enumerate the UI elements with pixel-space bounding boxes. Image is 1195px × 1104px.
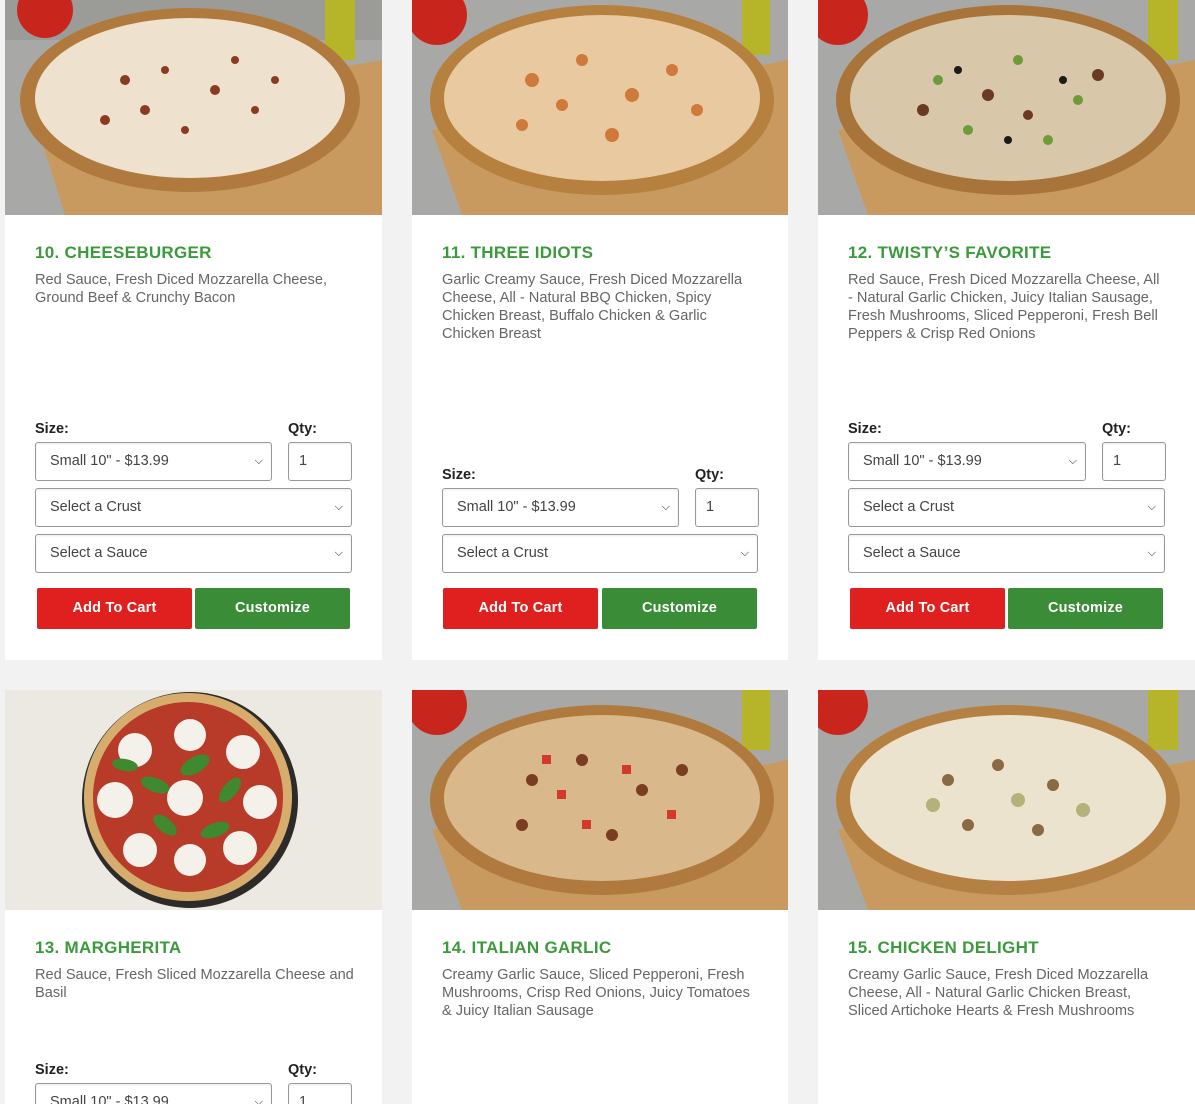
chevron-down-icon: ⌵ — [1147, 501, 1156, 513]
crust-select-value: Select a Crust — [50, 499, 142, 515]
qty-label: Qty: — [288, 1062, 317, 1078]
add-to-cart-button[interactable]: Add To Cart — [850, 588, 1005, 629]
chevron-down-icon: ⌵ — [740, 547, 749, 559]
product-grid: 10. CHEESEBURGER Red Sauce, Fresh Diced … — [0, 0, 1195, 1104]
size-select-value: Small 10" - $13.99 — [50, 1094, 169, 1104]
pizza-photo[interactable] — [412, 690, 788, 910]
product-description: Red Sauce, Fresh Diced Mozzarella Cheese… — [848, 272, 1160, 342]
size-select[interactable]: Small 10" - $13.99 ⌵ — [848, 442, 1086, 481]
add-to-cart-button[interactable]: Add To Cart — [443, 588, 598, 629]
size-label: Size: — [35, 1062, 69, 1078]
size-label: Size: — [35, 421, 69, 437]
pizza-photo[interactable] — [818, 0, 1195, 215]
product-title: 15. CHICKEN DELIGHT — [848, 938, 1039, 957]
pizza-photo[interactable] — [5, 690, 382, 910]
product-card: 10. CHEESEBURGER Red Sauce, Fresh Diced … — [5, 0, 382, 660]
sauce-select-value: Select a Sauce — [863, 545, 961, 561]
product-description: Garlic Creamy Sauce, Fresh Diced Mozzare… — [442, 272, 743, 342]
product-title: 12. TWISTY’S FAVORITE — [848, 243, 1052, 262]
size-select[interactable]: Small 10" - $13.99 ⌵ — [35, 442, 272, 481]
crust-select-value: Select a Crust — [457, 545, 549, 561]
sauce-select-value: Select a Sauce — [50, 545, 148, 561]
qty-input[interactable]: 1 — [288, 442, 352, 481]
product-description: Creamy Garlic Sauce, Fresh Diced Mozzare… — [848, 967, 1149, 1019]
size-select-value: Small 10" - $13.99 — [457, 499, 576, 515]
product-description: Red Sauce, Fresh Diced Mozzarella Cheese… — [35, 272, 328, 306]
product-title: 11. THREE IDIOTS — [442, 243, 594, 262]
add-to-cart-button[interactable]: Add To Cart — [37, 588, 192, 629]
crust-select[interactable]: Select a Crust ⌵ — [848, 488, 1165, 527]
pizza-photo[interactable] — [818, 690, 1195, 910]
pizza-photo[interactable] — [5, 0, 382, 215]
pizza-photo[interactable] — [412, 0, 788, 215]
qty-label: Qty: — [288, 421, 317, 437]
size-select-value: Small 10" - $13.99 — [50, 453, 169, 469]
sauce-select[interactable]: Select a Sauce ⌵ — [848, 534, 1165, 573]
chevron-down-icon: ⌵ — [661, 501, 670, 513]
product-description: Creamy Garlic Sauce, Sliced Pepperoni, F… — [442, 967, 750, 1019]
product-card: 12. TWISTY’S FAVORITE Red Sauce, Fresh D… — [818, 0, 1195, 660]
crust-select[interactable]: Select a Crust ⌵ — [442, 534, 758, 573]
product-card: 13. MARGHERITA Red Sauce, Fresh Sliced M… — [5, 690, 382, 1104]
chevron-down-icon: ⌵ — [1147, 547, 1156, 559]
product-description: Red Sauce, Fresh Sliced Mozzarella Chees… — [35, 967, 354, 1001]
product-title: 10. CHEESEBURGER — [35, 243, 212, 262]
product-title: 13. MARGHERITA — [35, 938, 182, 957]
chevron-down-icon: ⌵ — [334, 547, 343, 559]
crust-select[interactable]: Select a Crust ⌵ — [35, 488, 352, 527]
size-select[interactable]: Small 10" - $13.99 ⌵ — [442, 488, 679, 527]
chevron-down-icon: ⌵ — [254, 455, 263, 467]
product-card: 15. CHICKEN DELIGHT Creamy Garlic Sauce,… — [818, 690, 1195, 1104]
customize-button[interactable]: Customize — [602, 588, 757, 629]
size-select-value: Small 10" - $13.99 — [863, 453, 982, 469]
chevron-down-icon: ⌵ — [254, 1096, 263, 1104]
product-title: 14. ITALIAN GARLIC — [442, 938, 612, 957]
customize-button[interactable]: Customize — [195, 588, 350, 629]
qty-input[interactable]: 1 — [695, 488, 759, 527]
size-label: Size: — [442, 467, 476, 483]
qty-input[interactable]: 1 — [288, 1083, 352, 1104]
qty-input[interactable]: 1 — [1102, 442, 1166, 481]
crust-select-value: Select a Crust — [863, 499, 955, 515]
sauce-select[interactable]: Select a Sauce ⌵ — [35, 534, 352, 573]
size-select[interactable]: Small 10" - $13.99 ⌵ — [35, 1083, 272, 1104]
size-label: Size: — [848, 421, 882, 437]
chevron-down-icon: ⌵ — [1068, 455, 1077, 467]
qty-label: Qty: — [1102, 421, 1131, 437]
customize-button[interactable]: Customize — [1008, 588, 1163, 629]
chevron-down-icon: ⌵ — [334, 501, 343, 513]
qty-label: Qty: — [695, 467, 724, 483]
product-card: 14. ITALIAN GARLIC Creamy Garlic Sauce, … — [412, 690, 788, 1104]
product-card: 11. THREE IDIOTS Garlic Creamy Sauce, Fr… — [412, 0, 788, 660]
